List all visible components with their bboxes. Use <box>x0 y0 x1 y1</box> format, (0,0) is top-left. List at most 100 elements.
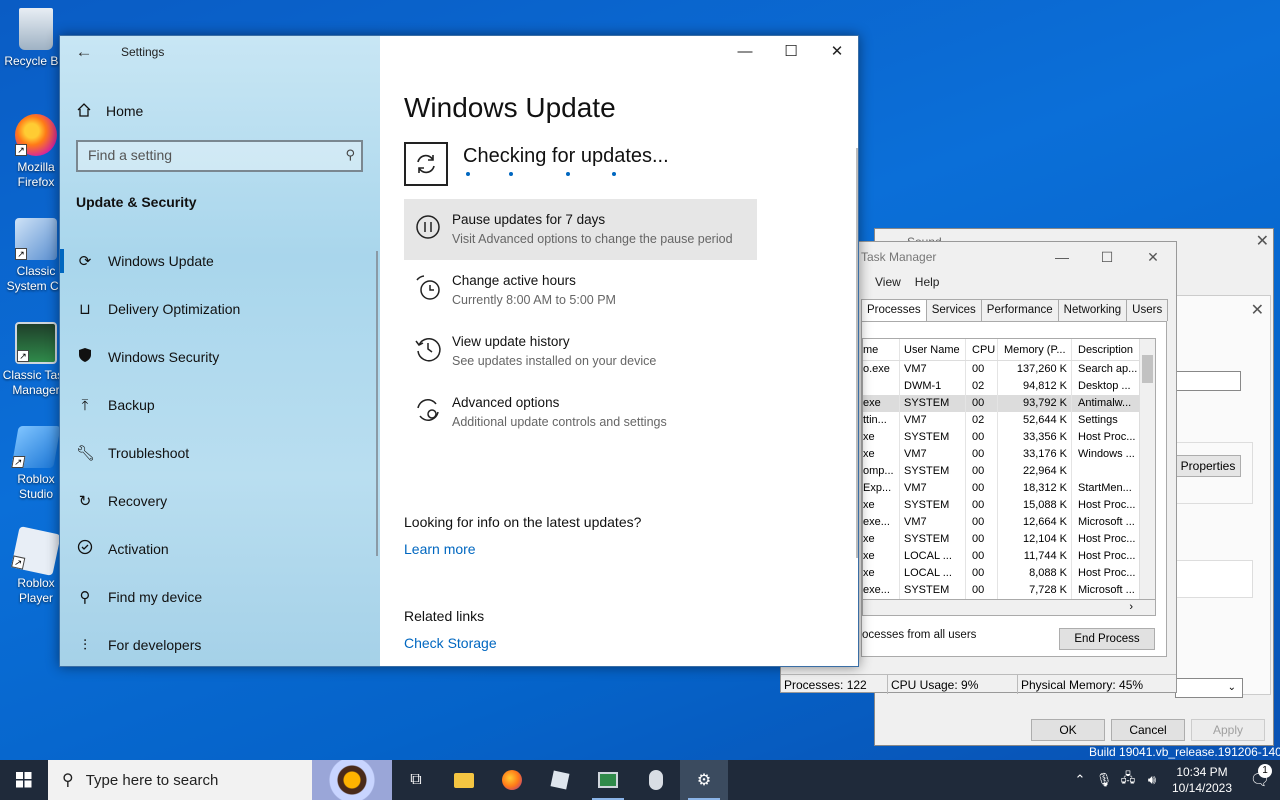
table-row[interactable]: exe... SYSTEM 00 7,728 K Microsoft ... <box>863 582 1155 599</box>
pause-updates-option[interactable]: Pause updates for 7 days Visit Advanced … <box>404 199 757 260</box>
menu-view[interactable]: View <box>875 275 901 289</box>
clock[interactable]: 10:34 PM 10/14/2023 <box>1164 764 1240 796</box>
end-process-button[interactable]: End Process <box>1059 628 1155 650</box>
maximize-button[interactable]: ☐ <box>1084 244 1130 270</box>
volume-icon[interactable]: 🔊︎ <box>1140 772 1164 788</box>
cell-description: Host Proc... <box>1071 497 1147 514</box>
table-row[interactable]: DWM-1 02 94,812 K Desktop ... <box>863 378 1155 395</box>
table-row[interactable]: xe SYSTEM 00 12,104 K Host Proc... <box>863 531 1155 548</box>
maximize-button[interactable]: ☐ <box>768 36 814 68</box>
close-button[interactable]: ✕ <box>814 36 860 68</box>
horizontal-scrollbar[interactable]: › <box>862 600 1156 616</box>
roblox-player-icon[interactable] <box>632 760 680 800</box>
menu-help[interactable]: Help <box>915 275 940 289</box>
close-icon[interactable]: ✕ <box>1251 300 1264 320</box>
table-row[interactable]: xe VM7 00 33,176 K Windows ... <box>863 446 1155 463</box>
table-row[interactable]: xe SYSTEM 00 33,356 K Host Proc... <box>863 429 1155 446</box>
task-view-icon[interactable]: ⧉ <box>392 760 440 800</box>
tab-processes[interactable]: Processes <box>861 299 927 322</box>
ok-button[interactable]: OK <box>1031 719 1105 741</box>
table-row[interactable]: omp... SYSTEM 00 22,964 K <box>863 463 1155 480</box>
cell-image-name: o.exe <box>863 363 890 375</box>
col-cpu[interactable]: CPU <box>965 339 997 360</box>
col-user-name[interactable]: User Name <box>899 339 965 360</box>
sidebar-item-activation[interactable]: Activation <box>60 525 380 573</box>
close-button[interactable]: ✕ <box>1130 244 1176 270</box>
scroll-thumb[interactable] <box>1142 355 1153 383</box>
search-placeholder: Find a setting <box>88 147 173 163</box>
col-memory[interactable]: Memory (P... <box>997 339 1071 360</box>
vertical-scrollbar[interactable] <box>1139 339 1155 599</box>
view-update-history-option[interactable]: View update history See updates installe… <box>404 321 757 382</box>
search-input[interactable]: Find a setting ⚲ <box>76 140 363 172</box>
taskbar-search-placeholder: Type here to search <box>85 771 219 789</box>
minimize-button[interactable]: — <box>722 36 768 68</box>
sidebar-item-backup[interactable]: ⤒ Backup <box>60 381 380 429</box>
option-title: Change active hours <box>452 273 576 288</box>
chevron-up-icon[interactable]: ⌃ <box>1068 772 1092 788</box>
microphone-icon[interactable]: 🎙︎ <box>1092 772 1116 788</box>
firefox-icon[interactable] <box>488 760 536 800</box>
table-row[interactable]: xe LOCAL ... 00 8,088 K Host Proc... <box>863 565 1155 582</box>
properties-button[interactable]: Properties <box>1175 455 1241 477</box>
task-manager-icon[interactable] <box>584 760 632 800</box>
table-row[interactable]: exe SYSTEM 00 93,792 K Antimalw... <box>863 395 1155 412</box>
content-scrollbar[interactable] <box>856 148 858 558</box>
cell-description: Settings <box>1071 412 1147 429</box>
network-icon[interactable]: 🖧︎ <box>1116 769 1140 791</box>
cell-memory: 11,744 K <box>997 548 1071 565</box>
sound-dropdown[interactable]: ⌄ <box>1175 678 1243 698</box>
change-active-hours-option[interactable]: Change active hours Currently 8:00 AM to… <box>404 260 757 321</box>
tab-users[interactable]: Users <box>1126 299 1169 321</box>
cell-cpu: 02 <box>965 378 997 395</box>
sidebar-item-troubleshoot[interactable]: 🔧︎ Troubleshoot <box>60 429 380 477</box>
cell-image-name: xe <box>863 448 875 460</box>
settings-gear-icon[interactable]: ⚙ <box>680 760 728 800</box>
table-row[interactable]: ttin... VM7 02 52,644 K Settings <box>863 412 1155 429</box>
task-manager-tabs: Processes Services Performance Networkin… <box>861 299 1169 322</box>
file-explorer-icon[interactable] <box>440 760 488 800</box>
table-row[interactable]: xe LOCAL ... 00 11,744 K Host Proc... <box>863 548 1155 565</box>
sidebar-item-delivery-optimization[interactable]: ⊔ Delivery Optimization <box>60 285 380 333</box>
advanced-options-option[interactable]: Advanced options Additional update contr… <box>404 382 757 443</box>
tab-performance[interactable]: Performance <box>980 299 1059 321</box>
tab-networking[interactable]: Networking <box>1057 299 1128 321</box>
table-row[interactable]: xe SYSTEM 00 15,088 K Host Proc... <box>863 497 1155 514</box>
process-table[interactable]: me User Name CPU Memory (P... Descriptio… <box>862 338 1156 600</box>
check-storage-link[interactable]: Check Storage <box>404 635 497 651</box>
sidebar-scrollbar[interactable] <box>376 251 378 556</box>
tab-services[interactable]: Services <box>925 299 982 321</box>
sidebar-item-windows-update[interactable]: ⟳ Windows Update <box>60 237 380 285</box>
roblox-icon[interactable] <box>536 760 584 800</box>
cell-image-name: Exp... <box>863 482 892 494</box>
cell-description: Host Proc... <box>1071 531 1147 548</box>
sidebar-item-for-developers[interactable]: ⫶ For developers <box>60 621 380 669</box>
apply-button[interactable]: Apply <box>1191 719 1265 741</box>
cell-cpu: 00 <box>965 531 997 548</box>
cell-memory: 8,088 K <box>997 565 1071 582</box>
close-icon[interactable]: ✕ <box>1256 231 1269 251</box>
table-row[interactable]: Exp... VM7 00 18,312 K StartMen... <box>863 480 1155 497</box>
settings-sidebar: ← Settings Home Find a setting ⚲ Update … <box>60 36 380 666</box>
sidebar-item-windows-security[interactable]: Windows Security <box>60 333 380 381</box>
cell-memory: 52,644 K <box>997 412 1071 429</box>
sound-text-field[interactable] <box>1175 371 1241 391</box>
taskbar-search[interactable]: ⚲ Type here to search <box>48 760 392 800</box>
update-status-text: Checking for updates... <box>463 145 669 167</box>
learn-more-link[interactable]: Learn more <box>404 541 476 557</box>
sidebar-item-recovery[interactable]: ↻ Recovery <box>60 477 380 525</box>
table-row[interactable]: exe... VM7 00 12,664 K Microsoft ... <box>863 514 1155 531</box>
minimize-button[interactable]: — <box>1039 244 1085 270</box>
cell-cpu: 00 <box>965 429 997 446</box>
col-image-name[interactable]: me <box>863 339 899 360</box>
table-row[interactable]: o.exe VM7 00 137,260 K Search ap... <box>863 361 1155 378</box>
start-button[interactable] <box>0 760 48 800</box>
sidebar-item-home[interactable]: Home <box>76 99 143 123</box>
notification-icon[interactable]: 🗨︎ 1 <box>1240 764 1280 790</box>
sidebar-item-find-my-device[interactable]: ⚲ Find my device <box>60 573 380 621</box>
show-all-users-label[interactable]: ocesses from all users <box>862 629 976 641</box>
cell-memory: 15,088 K <box>997 497 1071 514</box>
back-arrow-icon[interactable]: ← <box>74 42 94 62</box>
col-description[interactable]: Description <box>1071 339 1147 360</box>
cancel-button[interactable]: Cancel <box>1111 719 1185 741</box>
